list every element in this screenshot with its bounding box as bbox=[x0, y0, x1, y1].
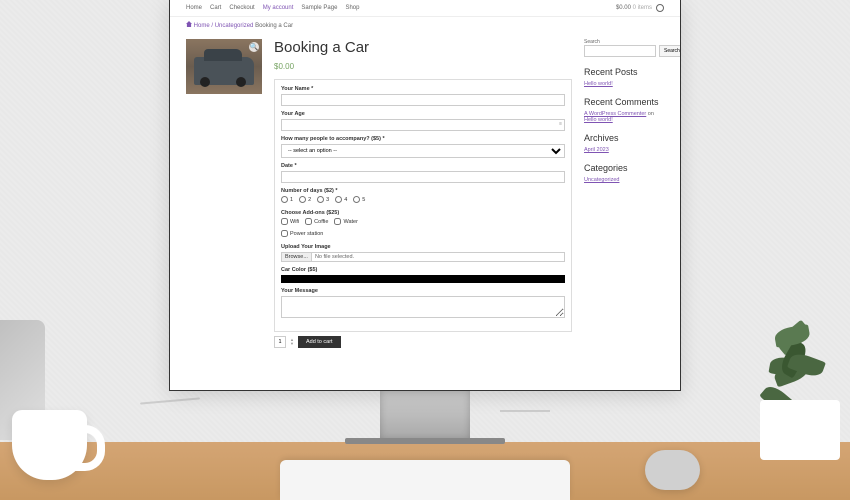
people-label: How many people to accompany? ($5) * bbox=[281, 136, 565, 142]
home-icon[interactable] bbox=[186, 21, 192, 27]
breadcrumb-current: Booking a Car bbox=[255, 23, 293, 29]
cart-total[interactable]: $0.00 0 items bbox=[616, 5, 652, 11]
file-input[interactable]: Browse... No file selected. bbox=[281, 252, 565, 262]
age-label: Your Age bbox=[281, 111, 565, 117]
search-input[interactable] bbox=[584, 45, 656, 57]
color-label: Car Color ($5) bbox=[281, 267, 565, 273]
archive-link[interactable]: April 2023 bbox=[584, 147, 609, 153]
color-picker[interactable] bbox=[281, 275, 565, 283]
page-title: Booking a Car bbox=[274, 39, 572, 56]
nav-cart[interactable]: Cart bbox=[210, 5, 221, 11]
add-to-cart-button[interactable]: Add to cart bbox=[298, 336, 341, 348]
name-label: Your Name * bbox=[281, 86, 565, 92]
breadcrumb-category[interactable]: Uncategorized bbox=[215, 23, 254, 29]
name-input[interactable] bbox=[281, 94, 565, 106]
recent-comments-title: Recent Comments bbox=[584, 97, 664, 107]
keyboard-decor bbox=[280, 460, 570, 500]
addon-power[interactable] bbox=[281, 230, 288, 237]
people-select[interactable]: -- select an option -- bbox=[281, 144, 565, 158]
cart-icon[interactable] bbox=[656, 4, 664, 12]
date-input[interactable] bbox=[281, 171, 565, 183]
quantity-input[interactable] bbox=[274, 336, 286, 348]
message-label: Your Message bbox=[281, 288, 565, 294]
zoom-icon[interactable]: 🔍 bbox=[249, 42, 259, 52]
recent-posts-title: Recent Posts bbox=[584, 67, 664, 77]
upload-label: Upload Your Image bbox=[281, 244, 565, 250]
plant-decor bbox=[735, 320, 845, 410]
mug-decor bbox=[12, 410, 87, 480]
category-link[interactable]: Uncategorized bbox=[584, 177, 619, 183]
addons-label: Choose Add-ons ($25) bbox=[281, 210, 565, 216]
breadcrumb: Home / Uncategorized Booking a Car bbox=[170, 17, 680, 33]
product-image[interactable]: 🔍 bbox=[186, 39, 262, 94]
nav-account[interactable]: My account bbox=[263, 5, 294, 11]
qty-down[interactable]: ▼ bbox=[290, 342, 294, 346]
days-radio-2[interactable] bbox=[299, 196, 306, 203]
nav-home[interactable]: Home bbox=[186, 5, 202, 11]
date-label: Date * bbox=[281, 163, 565, 169]
nav-shop[interactable]: Shop bbox=[345, 5, 359, 11]
days-radio-5[interactable] bbox=[353, 196, 360, 203]
addon-coffee[interactable] bbox=[305, 218, 312, 225]
comment-post-link[interactable]: Hello world! bbox=[584, 117, 613, 123]
booking-form: Your Name * Your Age How many people to … bbox=[274, 79, 572, 332]
days-label: Number of days ($2) * bbox=[281, 188, 565, 194]
monitor-screen: Home Cart Checkout My account Sample Pag… bbox=[170, 0, 680, 390]
addon-wifi[interactable] bbox=[281, 218, 288, 225]
browse-button[interactable]: Browse... bbox=[282, 253, 312, 261]
addon-water[interactable] bbox=[334, 218, 341, 225]
nav-checkout[interactable]: Checkout bbox=[229, 5, 254, 11]
days-radio-4[interactable] bbox=[335, 196, 342, 203]
categories-title: Categories bbox=[584, 163, 664, 173]
days-radio-group: 1 2 3 4 5 bbox=[281, 196, 565, 205]
search-button[interactable]: Search bbox=[659, 45, 680, 57]
top-nav: Home Cart Checkout My account Sample Pag… bbox=[170, 0, 680, 17]
age-input[interactable] bbox=[281, 119, 565, 131]
days-radio-1[interactable] bbox=[281, 196, 288, 203]
archives-title: Archives bbox=[584, 133, 664, 143]
nav-sample[interactable]: Sample Page bbox=[301, 5, 337, 11]
message-textarea[interactable] bbox=[281, 296, 565, 318]
mouse-decor bbox=[645, 450, 700, 490]
days-radio-3[interactable] bbox=[317, 196, 324, 203]
price: $0.00 bbox=[274, 62, 572, 71]
file-status: No file selected. bbox=[312, 253, 564, 261]
recent-post-link[interactable]: Hello world! bbox=[584, 81, 613, 87]
breadcrumb-home[interactable]: Home bbox=[194, 23, 210, 29]
